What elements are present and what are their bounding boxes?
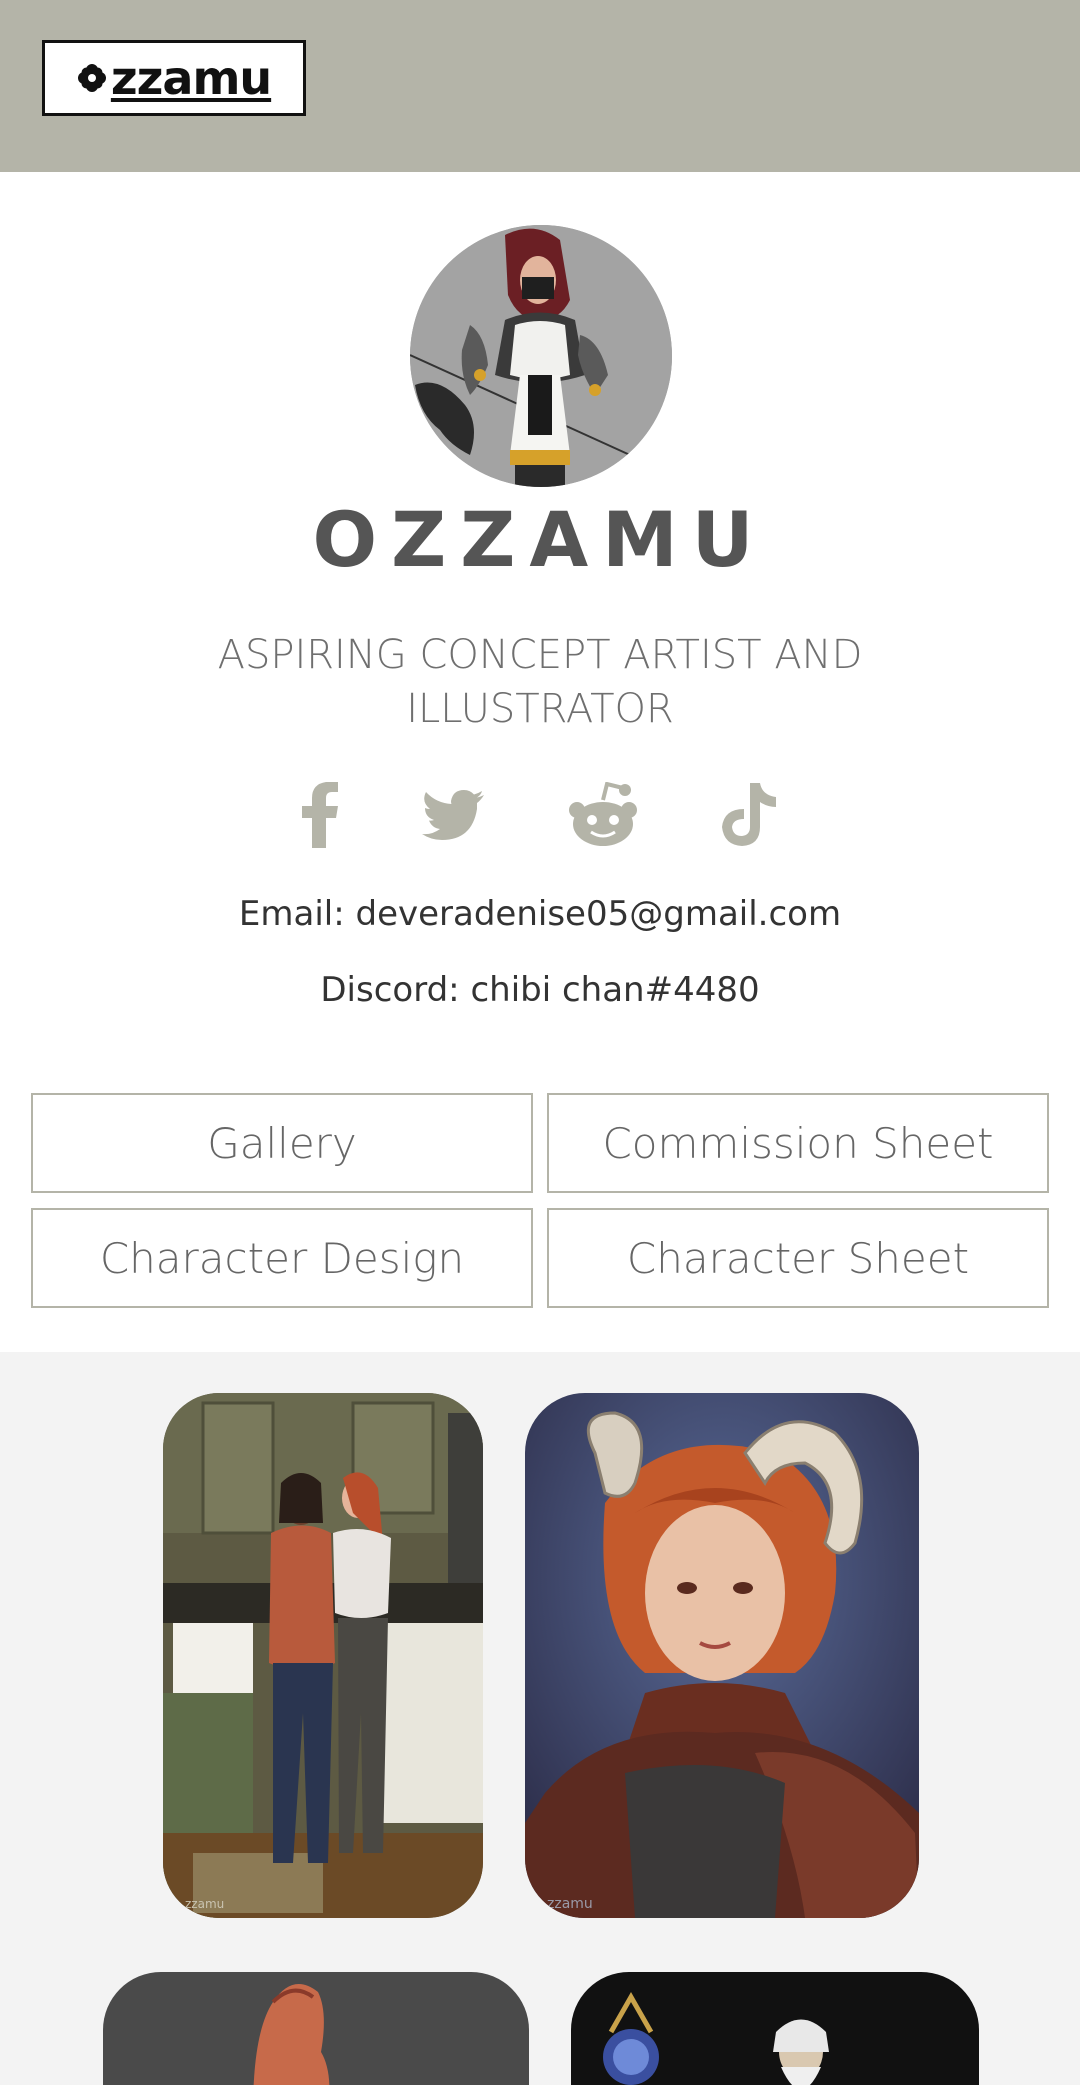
- discord-line: Discord: chibi chan#4480: [0, 970, 1080, 1010]
- gallery-item[interactable]: [103, 1972, 529, 2085]
- character-sheet-button[interactable]: Character Sheet: [547, 1208, 1049, 1308]
- gallery-item[interactable]: [571, 1972, 979, 2085]
- profile-avatar: [410, 225, 672, 487]
- gallery-item[interactable]: zzamu: [163, 1393, 483, 1918]
- site-logo[interactable]: zzamu: [42, 40, 306, 116]
- tiktok-icon: [722, 783, 776, 846]
- character-design-button[interactable]: Character Design: [31, 1208, 533, 1308]
- logo-text: zzamu: [110, 51, 272, 105]
- tiktok-link[interactable]: [716, 780, 780, 850]
- twitter-icon: [422, 790, 484, 840]
- watermark: zzamu: [547, 1896, 593, 1912]
- discord-handle: chibi chan#4480: [470, 970, 760, 1010]
- reddit-link[interactable]: [565, 780, 641, 850]
- gallery-section: zzamu zzamu: [0, 1352, 1080, 2085]
- discord-label: Discord:: [320, 970, 460, 1010]
- site-header: zzamu: [0, 0, 1080, 172]
- profile-name: OZZAMU: [312, 495, 768, 584]
- email-address[interactable]: deveradenise05@gmail.com: [356, 894, 842, 934]
- commission-sheet-button[interactable]: Commission Sheet: [547, 1093, 1049, 1193]
- watermark: zzamu: [185, 1897, 224, 1911]
- gallery-button[interactable]: Gallery: [31, 1093, 533, 1193]
- twitter-link[interactable]: [418, 780, 488, 850]
- facebook-link[interactable]: [290, 780, 350, 850]
- flower-icon: [77, 64, 106, 92]
- profile-tagline: ASPIRING CONCEPT ARTIST AND ILLUSTRATOR: [217, 632, 863, 732]
- email-line: Email: deveradenise05@gmail.com: [0, 894, 1080, 934]
- gallery-item[interactable]: zzamu: [525, 1393, 919, 1918]
- facebook-icon: [302, 782, 338, 848]
- email-label: Email:: [238, 894, 345, 934]
- reddit-icon: [569, 782, 637, 846]
